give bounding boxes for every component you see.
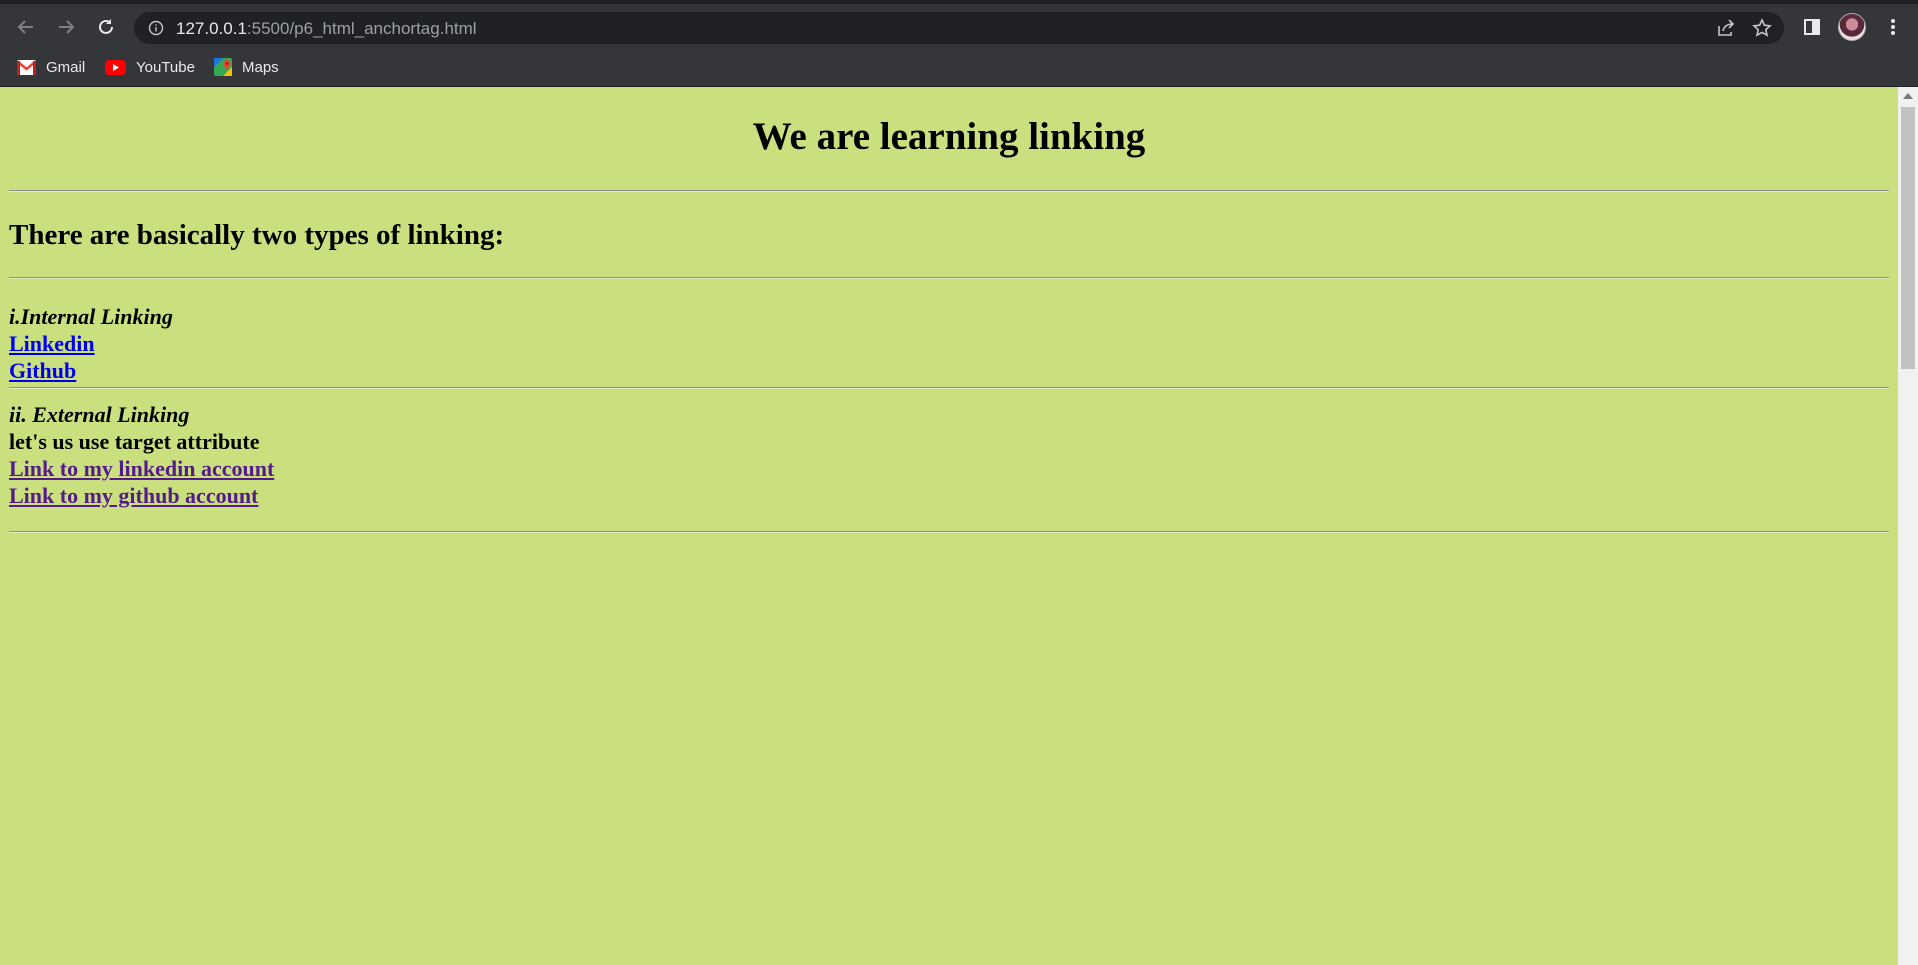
bookmark-gmail[interactable]: Gmail — [17, 54, 85, 80]
scroll-thumb[interactable] — [1901, 107, 1915, 369]
gmail-icon — [17, 59, 36, 75]
target-attribute-note: let's us use target attribute — [9, 428, 260, 454]
share-icon — [1718, 19, 1735, 36]
forward-button[interactable] — [51, 12, 81, 42]
side-panel-button[interactable] — [1797, 12, 1827, 42]
internal-linking-heading: i.Internal Linking — [9, 303, 173, 329]
bookmark-label: YouTube — [136, 58, 195, 76]
bookmark-star-button[interactable] — [1752, 18, 1772, 38]
bookmark-label: Gmail — [46, 58, 86, 76]
address-bar[interactable]: 127.0.0.1:5500/p6_html_anchortag.html — [134, 12, 1784, 44]
profile-avatar[interactable] — [1838, 13, 1866, 41]
page-content: We are learning linking There are basica… — [0, 87, 1898, 533]
youtube-icon — [105, 59, 126, 75]
side-panel-icon — [1804, 19, 1820, 35]
github-link[interactable]: Github — [9, 358, 76, 383]
maps-icon — [214, 58, 232, 76]
vertical-scrollbar[interactable] — [1898, 87, 1918, 965]
back-button[interactable] — [11, 12, 41, 42]
divider — [9, 189, 1889, 192]
info-icon[interactable] — [148, 20, 164, 36]
scroll-up-icon[interactable] — [1903, 93, 1913, 99]
arrow-right-icon — [59, 20, 75, 34]
github-account-link[interactable]: Link to my github account — [9, 483, 258, 508]
page-viewport: We are learning linking There are basica… — [0, 87, 1898, 965]
url-text[interactable]: 127.0.0.1:5500/p6_html_anchortag.html — [176, 19, 477, 39]
page-subtitle: There are basically two types of linking… — [9, 218, 505, 251]
bookmark-maps[interactable]: Maps — [214, 54, 279, 80]
linkedin-link[interactable]: Linkedin — [9, 331, 95, 356]
page-title: We are learning linking — [752, 115, 1146, 158]
divider — [9, 530, 1889, 533]
kebab-menu-icon — [1891, 19, 1895, 35]
url-host: 127.0.0.1 — [176, 19, 247, 38]
arrow-left-icon — [17, 20, 33, 34]
star-icon — [1752, 18, 1772, 37]
external-linking-section: ii. External Linking let's us use target… — [9, 389, 1889, 509]
external-linking-heading: ii. External Linking — [9, 401, 190, 427]
linkedin-account-link[interactable]: Link to my linkedin account — [9, 456, 274, 481]
menu-button[interactable] — [1878, 12, 1908, 42]
bookmark-youtube[interactable]: YouTube — [105, 54, 195, 80]
internal-linking-section: i.Internal Linking Linkedin Github — [9, 279, 1889, 384]
share-button[interactable] — [1716, 18, 1736, 38]
bookmarks-bar: Gmail YouTube Maps — [0, 47, 1918, 87]
url-path: :5500/p6_html_anchortag.html — [246, 19, 477, 38]
bookmark-label: Maps — [242, 58, 279, 76]
reload-button[interactable] — [91, 12, 121, 42]
reload-icon — [99, 19, 113, 34]
browser-toolbar: 127.0.0.1:5500/p6_html_anchortag.html — [0, 0, 1918, 47]
